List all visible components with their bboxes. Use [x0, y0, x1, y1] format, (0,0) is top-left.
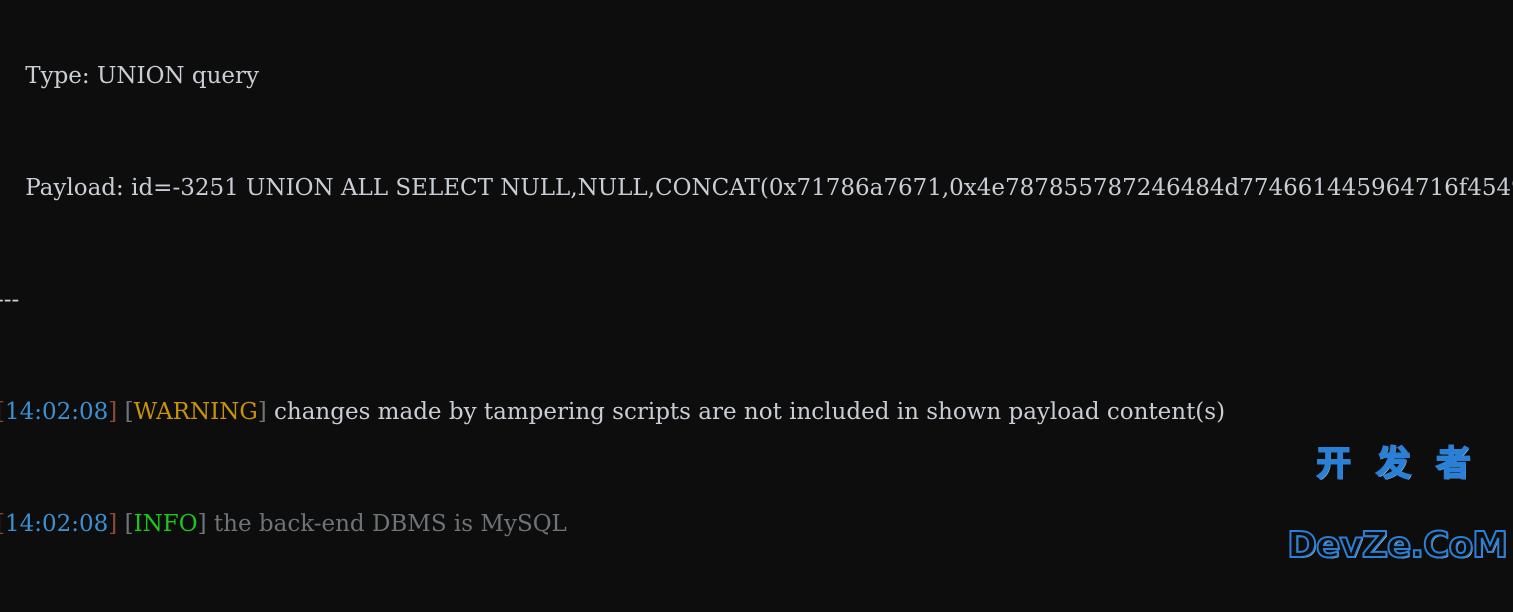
- log-timestamp: 14:02:08: [4, 399, 109, 425]
- watermark-chinese-text: 开 发 者: [1316, 444, 1478, 484]
- payload-text: Payload: id=-3251 UNION ALL SELECT NULL,…: [0, 175, 1513, 201]
- level-bracket-close-icon: ]: [257, 399, 275, 425]
- log-line-payload: Payload: id=-3251 UNION ALL SELECT NULL,…: [0, 174, 1513, 202]
- terminal-window[interactable]: Type: UNION query Payload: id=-3251 UNIO…: [0, 0, 1513, 612]
- level-bracket-open-icon: [: [124, 399, 134, 425]
- type-text: Type: UNION query: [0, 63, 259, 89]
- log-line-type: Type: UNION query: [0, 62, 1513, 90]
- log-message: the back-end DBMS is MySQL: [213, 511, 567, 537]
- log-line-warning-tamper: [14:02:08] [WARNING] changes made by tam…: [0, 398, 1513, 426]
- log-level-warning: WARNING: [133, 399, 258, 425]
- log-message: changes made by tampering scripts are no…: [274, 399, 1226, 425]
- log-timestamp: 14:02:08: [4, 511, 109, 537]
- bracket-close-icon: ]: [108, 399, 125, 425]
- level-bracket-close-icon: ]: [197, 511, 214, 537]
- watermark-latin-text: DevZe.CoM: [1286, 525, 1509, 566]
- bracket-close-icon: ]: [108, 511, 125, 537]
- site-watermark: 开 发 者 DevZe.CoM: [1286, 401, 1509, 610]
- terminal-scroll-view[interactable]: Type: UNION query Payload: id=-3251 UNIO…: [0, 0, 1513, 612]
- log-level-info: INFO: [133, 511, 198, 537]
- separator-text: ---: [0, 287, 20, 313]
- log-line-separator: ---: [0, 286, 1513, 314]
- level-bracket-open-icon: [: [124, 511, 134, 537]
- log-line-info-dbms: [14:02:08] [INFO] the back-end DBMS is M…: [0, 510, 1513, 538]
